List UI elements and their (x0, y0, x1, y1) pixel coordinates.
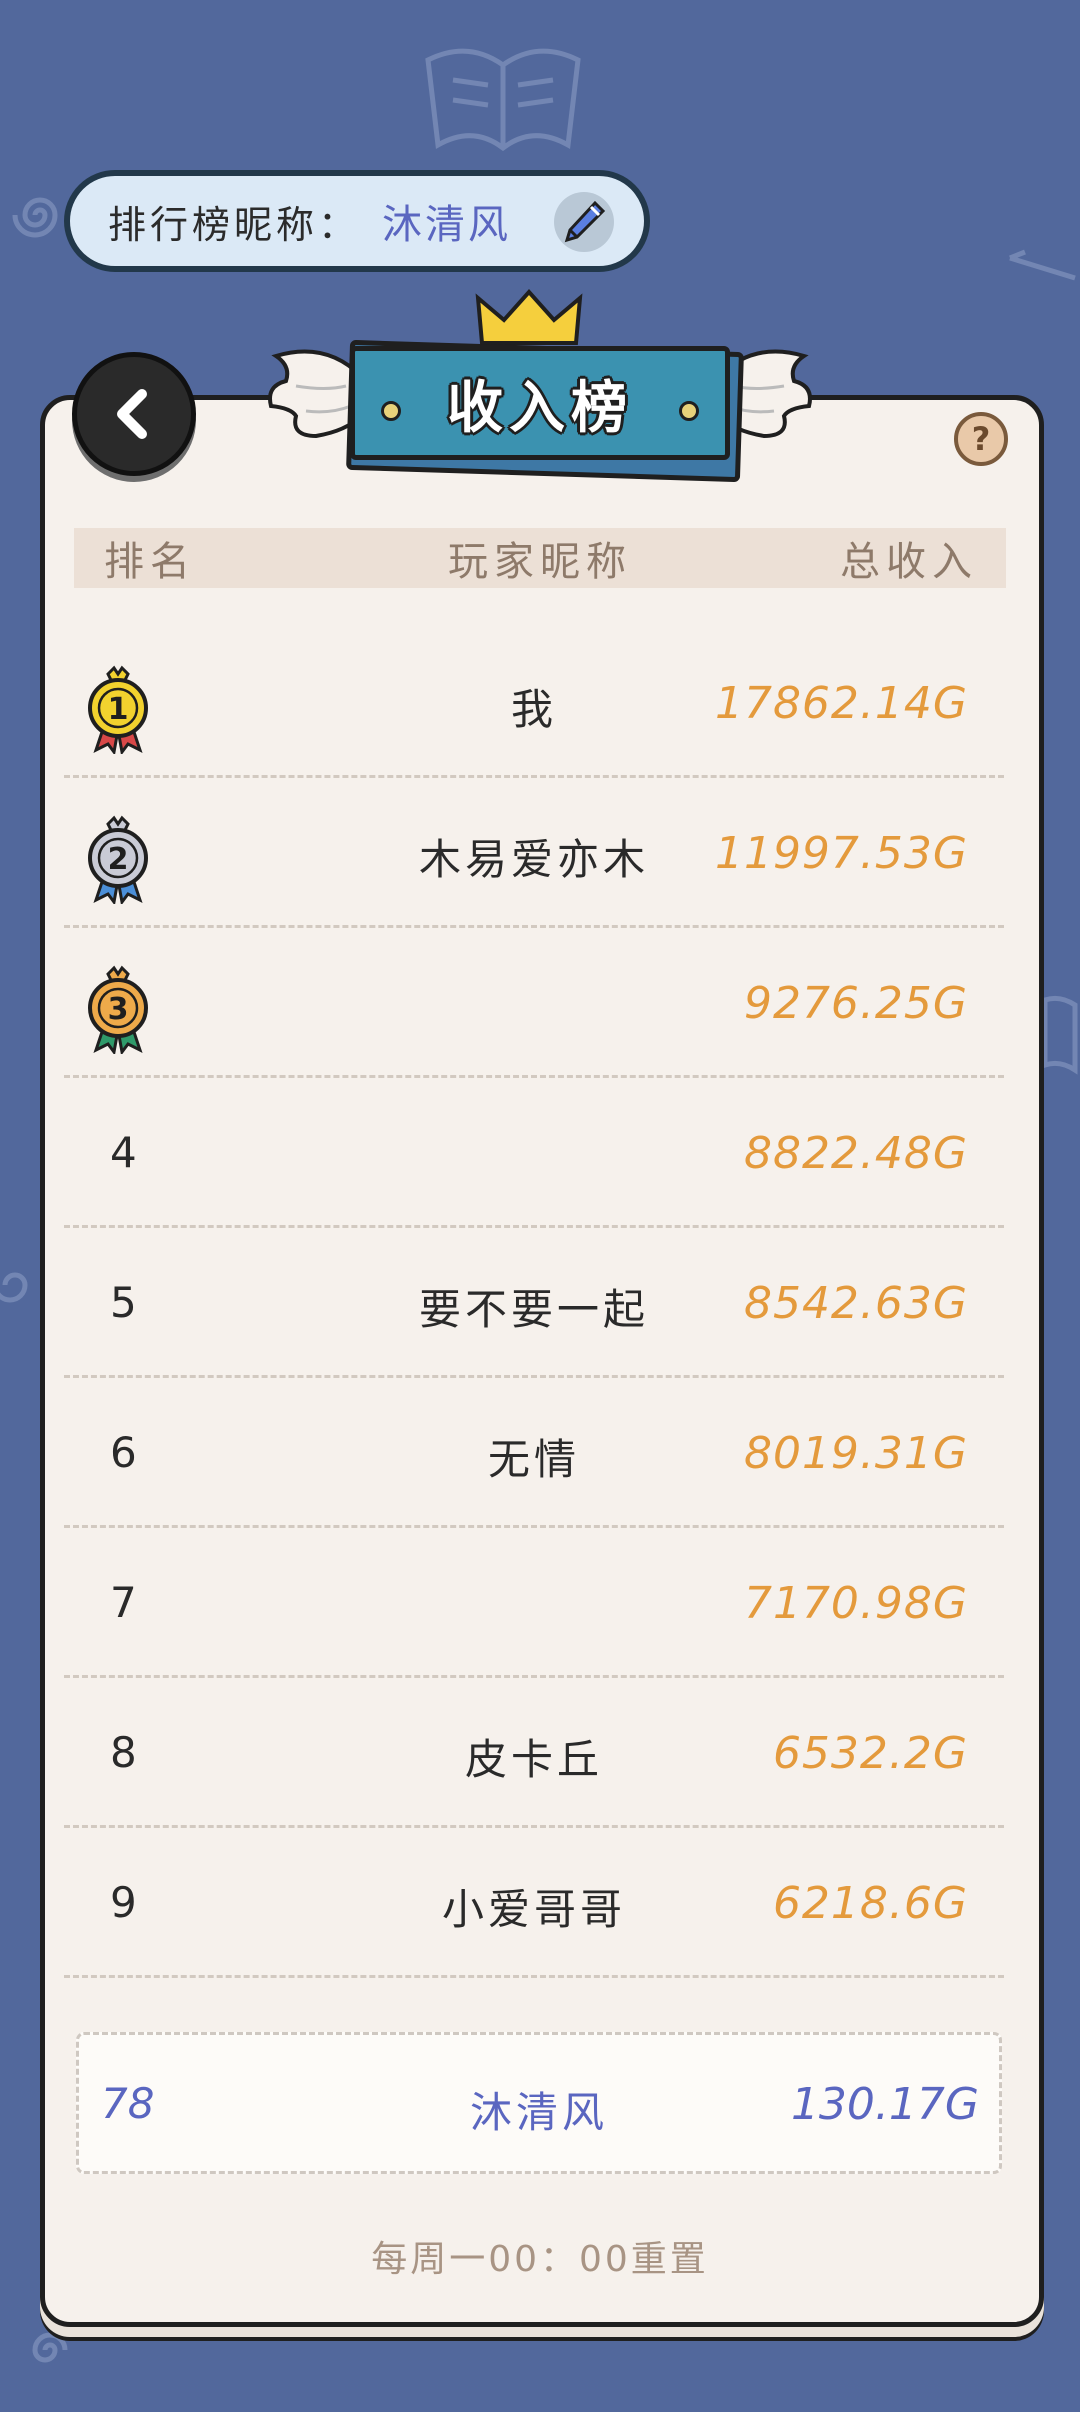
total-income: 11997.53G (714, 828, 968, 879)
table-row[interactable]: 2 木易爱亦木 11997.53G (64, 778, 1004, 928)
swirl-doodle-icon (0, 1272, 28, 1303)
chevron-left-icon (117, 389, 147, 439)
nickname-bar[interactable]: 排行榜昵称： 沐清风 (64, 170, 650, 272)
bronze-medal-icon: 3 (82, 964, 154, 1058)
rank-number: 7 (110, 1578, 137, 1627)
header-income: 总收入 (840, 539, 978, 585)
swirl-doodle-icon (32, 2332, 68, 2363)
table-row[interactable]: 9 小爱哥哥 6218.6G (64, 1828, 1004, 1978)
rivet (679, 401, 699, 421)
table-header: 排名 玩家昵称 总收入 (74, 528, 1006, 588)
total-income: 7170.98G (743, 1578, 968, 1629)
table-row[interactable]: 3 9276.25G (64, 928, 1004, 1078)
book-doodle-icon (425, 48, 581, 152)
nickname-value: 沐清风 (382, 202, 512, 248)
pencil-doodle-icon (1009, 249, 1076, 281)
table-row[interactable]: 1 我 17862.14G (64, 628, 1004, 778)
swirl-doodle-icon (12, 197, 58, 238)
title-banner: 收入榜 (266, 288, 814, 488)
table-row[interactable]: 7 7170.98G (64, 1528, 1004, 1678)
total-income: 8542.63G (743, 1278, 968, 1329)
total-income: 6218.6G (772, 1878, 968, 1929)
page-title: 收入榜 (447, 375, 633, 441)
table-row[interactable]: 6 无情 8019.31G (64, 1378, 1004, 1528)
table-row[interactable]: 8 皮卡丘 6532.2G (64, 1678, 1004, 1828)
crown-icon (475, 288, 583, 345)
pencil-icon (564, 200, 606, 243)
rank-number: 4 (110, 1128, 137, 1177)
total-income: 8019.31G (743, 1428, 968, 1479)
book-doodle-icon (1042, 995, 1078, 1075)
rank-number: 3 (107, 992, 129, 1027)
help-button[interactable]: ? (954, 412, 1008, 466)
total-income: 17862.14G (714, 678, 968, 729)
back-button[interactable] (72, 352, 196, 476)
total-income: 8822.48G (743, 1128, 968, 1179)
my-income: 130.17G (790, 2079, 979, 2130)
reset-note: 每周一00：00重置 (371, 2239, 709, 2280)
my-ranking-row: 78 沐清风 130.17G (76, 2032, 1002, 2174)
rivet (381, 401, 401, 421)
table-row[interactable]: 4 8822.48G (64, 1078, 1004, 1228)
question-icon: ? (971, 420, 991, 458)
table-row[interactable]: 5 要不要一起 8542.63G (64, 1228, 1004, 1378)
total-income: 9276.25G (743, 978, 968, 1029)
nickname-label: 排行榜昵称： (108, 202, 361, 247)
edit-nickname-button[interactable] (554, 192, 614, 252)
total-income: 6532.2G (772, 1728, 968, 1779)
banner-plate: 收入榜 (350, 346, 730, 460)
